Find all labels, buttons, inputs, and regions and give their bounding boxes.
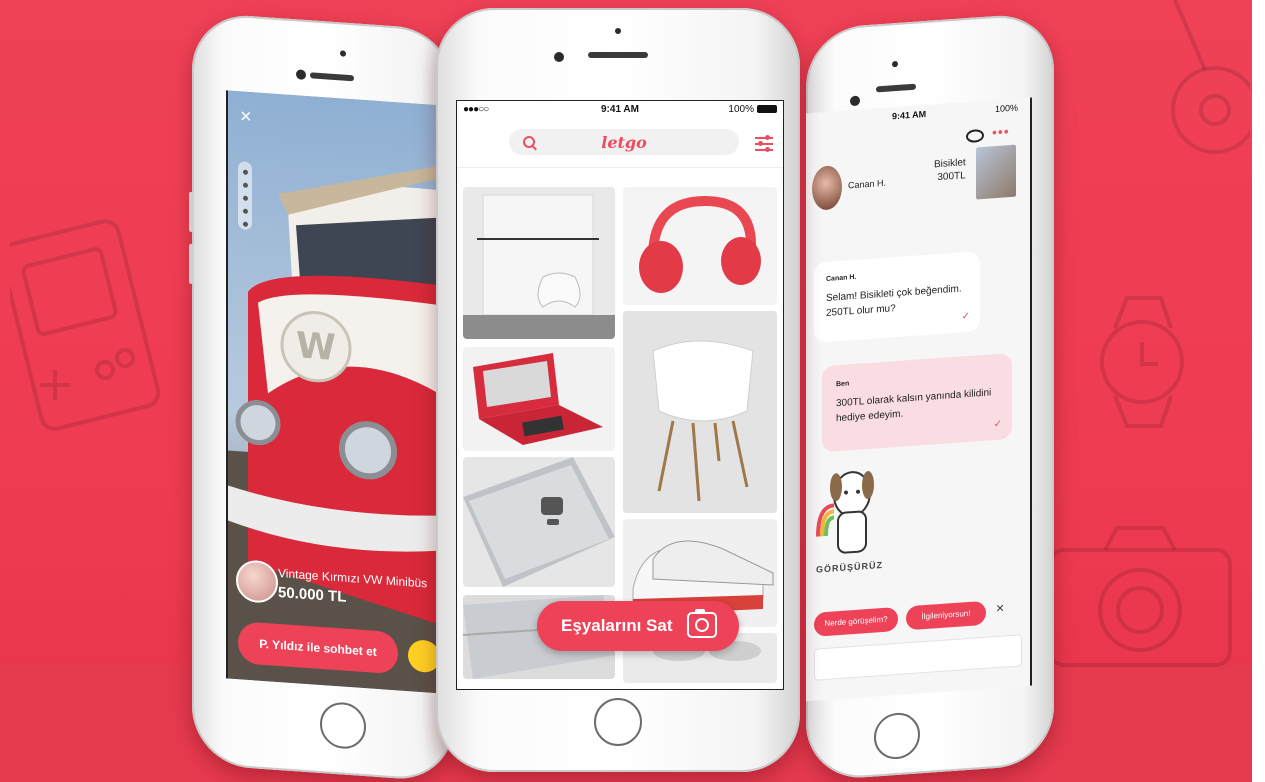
left-phone: W × Vintage Kırmızı VW Minibüs 50.000 TL… — [189, 12, 454, 782]
guitar-icon — [1171, 0, 1250, 154]
message-sender: Canan H. — [826, 273, 857, 283]
product-card-headphones[interactable] — [623, 187, 777, 305]
volume-button — [189, 243, 194, 285]
battery-icon — [757, 105, 777, 114]
sticker-caption: GÖRÜŞÜRÜZ — [816, 559, 883, 575]
sensor — [615, 28, 621, 34]
sensor — [892, 60, 898, 68]
quick-reply-where[interactable]: Nerde görüşelim? — [814, 606, 898, 637]
chat-user-name: Canan H. — [848, 177, 887, 191]
status-bar: 9:41 AM 100% — [806, 102, 1030, 122]
home-button[interactable] — [594, 698, 642, 746]
gameboy-icon — [10, 219, 160, 431]
battery-indicator: 100% — [728, 104, 777, 115]
dismiss-suggestions-button[interactable]: × — [996, 599, 1004, 616]
browse-screen: ●●●○○ 9:41 AM 100% letgo Eşyalarını Sat — [456, 100, 784, 690]
console-photo — [463, 194, 615, 339]
image-pager[interactable] — [238, 161, 252, 231]
message-received: Canan H. Selam! Bisikleti çok beğendim. … — [814, 251, 980, 343]
message-input[interactable] — [814, 634, 1022, 681]
chat-screen: 9:41 AM 100% ••• Canan H. Bisiklet 300TL… — [806, 97, 1032, 702]
eye-icon[interactable] — [966, 128, 984, 144]
dog-sticker — [816, 471, 874, 554]
product-thumbnail[interactable] — [976, 144, 1016, 200]
center-phone: ●●●○○ 9:41 AM 100% letgo Eşyalarını Sat — [436, 8, 800, 772]
sell-items-button[interactable]: Eşyalarını Sat — [537, 601, 739, 651]
promo-background: W × Vintage Kırmızı VW Minibüs 50.000 TL… — [0, 0, 1252, 782]
front-camera — [296, 69, 306, 80]
volume-button — [189, 191, 194, 233]
camera-icon — [1048, 526, 1232, 667]
headphones-photo — [639, 195, 761, 293]
read-check-icon: ✓ — [993, 418, 1002, 431]
chair-photo — [623, 311, 777, 513]
watch-icon — [1100, 296, 1184, 428]
battery-level: 100% — [728, 104, 754, 115]
front-camera — [850, 95, 860, 107]
status-bar: ●●●○○ 9:41 AM 100% — [457, 101, 783, 119]
handheld-photo — [473, 353, 603, 445]
home-button[interactable] — [874, 711, 920, 761]
message-text: Selam! Bisikleti çok beğendim. 250TL olu… — [826, 283, 962, 319]
close-button[interactable]: × — [240, 105, 252, 129]
front-camera — [554, 52, 564, 62]
product-card-phone[interactable] — [463, 457, 615, 587]
read-check-icon: ✓ — [961, 310, 970, 323]
camera-icon — [687, 609, 717, 638]
message-text: 300TL olarak kalsın yanında kilidini hed… — [836, 387, 992, 425]
sell-button-label: Eşyalarını Sat — [561, 616, 673, 635]
product-card-chair[interactable] — [623, 311, 777, 513]
chat-product-info[interactable]: Bisiklet 300TL — [934, 156, 966, 184]
chat-product-price: 300TL — [937, 170, 966, 184]
chat-button-label: P. Yıldız ile sohbet et — [259, 636, 377, 659]
speaker — [876, 83, 916, 93]
user-avatar[interactable] — [812, 164, 842, 211]
home-button[interactable] — [320, 700, 366, 751]
letgo-logo: letgo — [601, 133, 647, 152]
speaker — [310, 72, 354, 82]
phone-photo — [463, 457, 615, 587]
product-card-handheld[interactable] — [463, 347, 615, 451]
more-options-icon[interactable]: ••• — [992, 123, 1010, 140]
status-battery: 100% — [994, 102, 1018, 115]
status-time: 9:41 AM — [892, 108, 927, 122]
header-divider — [457, 167, 783, 168]
quick-reply-interested[interactable]: İlgileniyorsun! — [906, 600, 986, 631]
svg-text:W: W — [296, 325, 336, 369]
filter-icon[interactable] — [755, 135, 773, 152]
sensor — [340, 50, 346, 57]
message-sent: Ben 300TL olarak kalsın yanında kilidini… — [822, 352, 1012, 453]
product-detail-screen: W × Vintage Kırmızı VW Minibüs 50.000 TL… — [226, 90, 442, 694]
speaker — [588, 52, 648, 58]
search-bar[interactable]: letgo — [509, 129, 739, 155]
product-card-console[interactable] — [463, 187, 615, 339]
right-phone: 9:41 AM 100% ••• Canan H. Bisiklet 300TL… — [806, 12, 1054, 782]
